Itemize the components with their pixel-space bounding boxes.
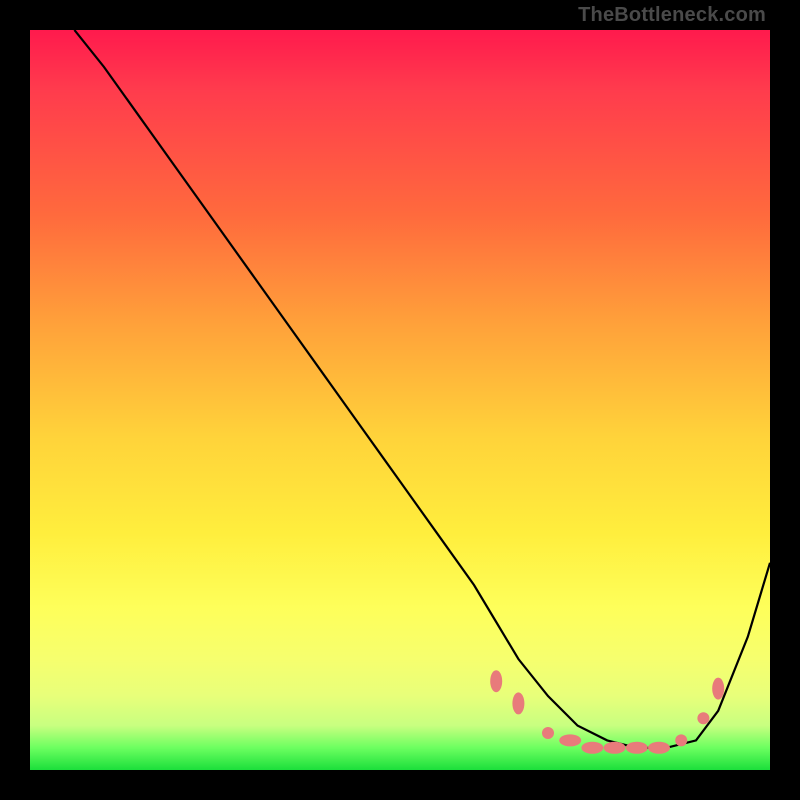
chart-frame: TheBottleneck.com [0,0,800,800]
curve-marker [697,712,709,724]
curve-marker [559,734,581,746]
attribution-label: TheBottleneck.com [578,4,766,27]
curve-marker [604,742,626,754]
curve-marker [512,692,524,714]
curve-marker [581,742,603,754]
curve-svg [30,30,770,770]
curve-marker [675,734,687,746]
curve-marker [648,742,670,754]
curve-marker [542,727,554,739]
curve-marker [490,670,502,692]
curve-marker [626,742,648,754]
plot-area [30,30,770,770]
bottleneck-curve [74,30,770,748]
curve-marker [712,678,724,700]
